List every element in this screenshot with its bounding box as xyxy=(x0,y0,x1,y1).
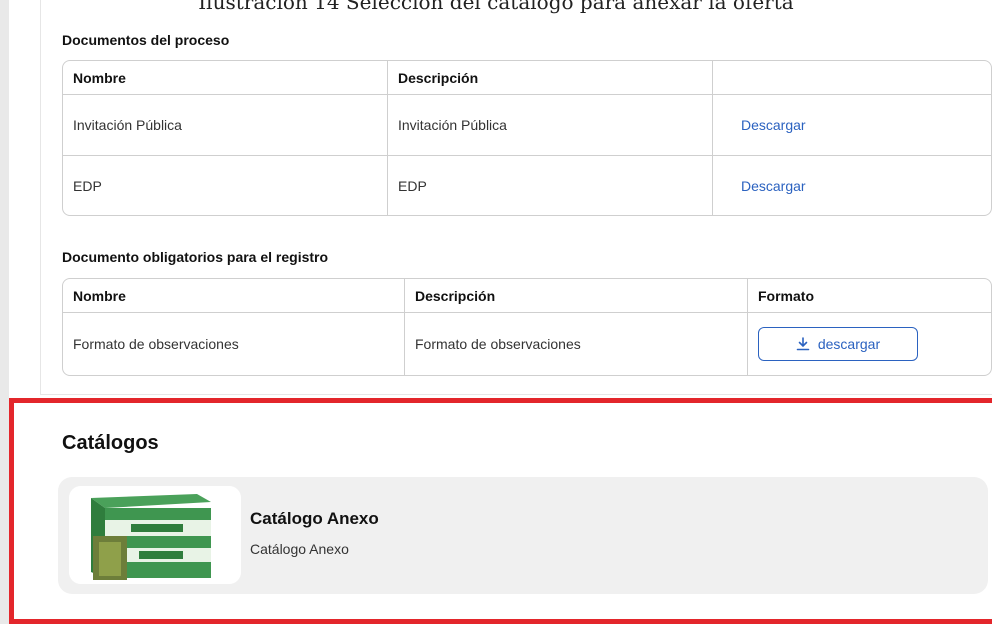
column-header-format: Formato xyxy=(748,279,991,313)
column-header-action xyxy=(713,61,991,95)
doc-description: Invitación Pública xyxy=(388,95,713,156)
catalog-thumbnail xyxy=(69,486,241,584)
download-icon xyxy=(796,337,810,351)
download-link[interactable]: Descargar xyxy=(741,117,806,133)
table-header-row: Nombre Descripción xyxy=(63,61,991,95)
doc-name: Formato de observaciones xyxy=(63,313,405,375)
left-scroll-gutter xyxy=(0,0,9,624)
column-header-name: Nombre xyxy=(63,279,405,313)
doc-name: EDP xyxy=(63,156,388,215)
required-docs-title: Documento obligatorios para el registro xyxy=(62,249,329,265)
process-docs-table: Nombre Descripción Invitación Pública In… xyxy=(62,60,992,216)
column-header-description: Descripción xyxy=(388,61,713,95)
doc-description: Formato de observaciones xyxy=(405,313,748,375)
table-row: Invitación Pública Invitación Pública De… xyxy=(63,95,991,156)
product-box-image xyxy=(69,486,241,584)
column-header-description: Descripción xyxy=(405,279,748,313)
table-row: Formato de observaciones Formato de obse… xyxy=(63,313,991,375)
download-link[interactable]: Descargar xyxy=(741,178,806,194)
process-docs-title: Documentos del proceso xyxy=(62,32,230,48)
doc-description: EDP xyxy=(388,156,713,215)
column-header-name: Nombre xyxy=(63,61,388,95)
catalogs-title: Catálogos xyxy=(62,432,159,454)
panel-left-border xyxy=(40,0,41,395)
table-row: EDP EDP Descargar xyxy=(63,156,991,215)
download-format-button[interactable]: descargar xyxy=(758,327,918,361)
download-format-label: descargar xyxy=(817,336,881,352)
table-header-row: Nombre Descripción Formato xyxy=(63,279,991,313)
catalog-name: Catálogo Anexo xyxy=(250,509,379,528)
panel-bottom-border xyxy=(40,394,992,395)
doc-name: Invitación Pública xyxy=(63,95,388,156)
figure-caption: Ilustración 14 Selección del catálogo pa… xyxy=(198,0,794,14)
required-docs-table: Nombre Descripción Formato Formato de ob… xyxy=(62,278,992,376)
catalog-description: Catálogo Anexo xyxy=(250,541,349,557)
catalog-card[interactable]: Catálogo Anexo Catálogo Anexo xyxy=(58,477,988,594)
